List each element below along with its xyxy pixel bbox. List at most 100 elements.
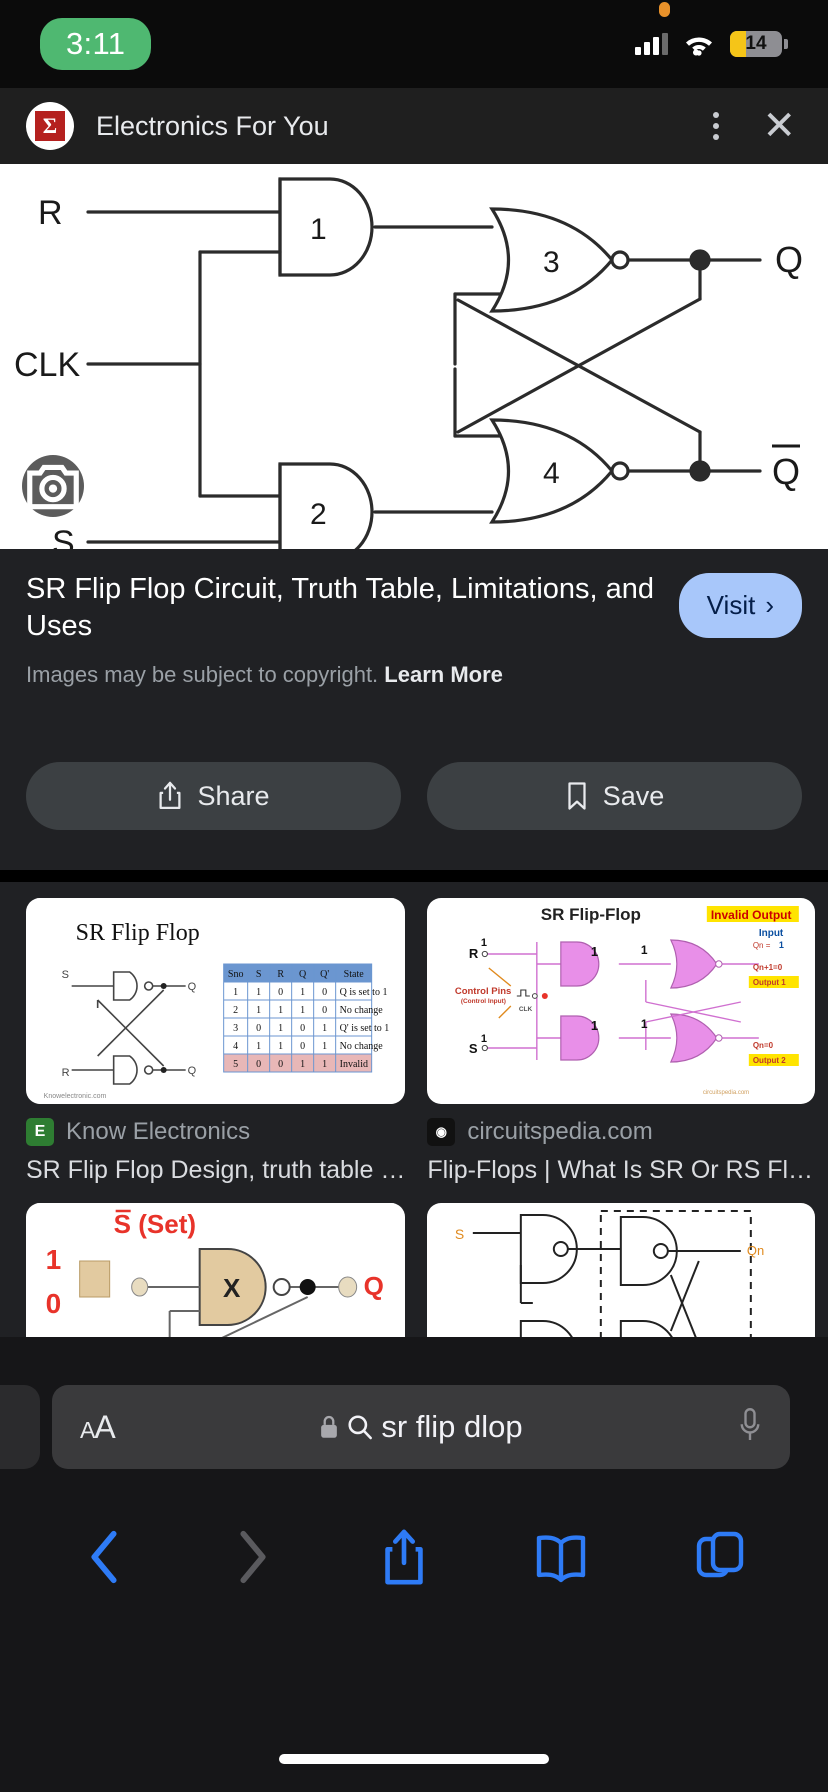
- annotation-output2: Output 2: [753, 1056, 786, 1065]
- svg-text:3: 3: [233, 1023, 238, 1034]
- input-0-top: 0: [46, 1288, 62, 1319]
- svg-text:1: 1: [300, 1005, 305, 1016]
- copyright-text: Images may be subject to copyright.: [26, 662, 379, 688]
- svg-text:1: 1: [481, 937, 487, 949]
- svg-text:State: State: [344, 969, 365, 980]
- copyright-notice: Images may be subject to copyright. Lear…: [26, 662, 802, 688]
- status-time: 3:11: [40, 18, 152, 70]
- svg-text:1: 1: [256, 1041, 261, 1052]
- annotation-qn-value: 1: [779, 940, 784, 950]
- chevron-left-icon[interactable]: [84, 1528, 124, 1586]
- svg-text:Q': Q': [320, 969, 329, 980]
- source-favicon: E: [26, 1118, 54, 1146]
- svg-text:1: 1: [591, 1018, 598, 1033]
- annotation-control-pins: Control Pins: [455, 986, 511, 997]
- label-qn: Qn: [747, 1243, 764, 1258]
- book-icon[interactable]: [535, 1530, 587, 1584]
- svg-text:Sno: Sno: [228, 969, 244, 980]
- search-icon: [348, 1415, 373, 1440]
- related-card[interactable]: SR Flip-Flop Invalid Output 1 1 1 1 R S …: [427, 898, 815, 1185]
- svg-text:0: 0: [278, 987, 283, 998]
- svg-text:1: 1: [481, 1033, 487, 1045]
- tabs-icon[interactable]: [696, 1530, 744, 1584]
- svg-text:R: R: [277, 969, 284, 980]
- bookmark-icon: [568, 782, 586, 810]
- orange-recording-dot-icon: [659, 2, 670, 17]
- thumbnail-image[interactable]: S (Set) 1 0 1 0 A B Q Q R(Reset): [26, 1203, 406, 1337]
- label-s: S: [455, 1226, 464, 1242]
- thumb-badge: Invalid Output: [711, 908, 792, 922]
- svg-text:4: 4: [233, 1041, 238, 1052]
- svg-text:Q: Q: [299, 969, 307, 980]
- phone-screen: 3:11 14 Σ Electronics For You ✕ R CLK S …: [0, 0, 828, 1792]
- svg-text:0: 0: [322, 987, 327, 998]
- thumb-heading: SR Flip-Flop: [541, 905, 641, 924]
- annotation-qn: Qn =: [753, 941, 771, 950]
- chevron-right-icon[interactable]: [233, 1528, 273, 1586]
- sr-flipflop-circuit-diagram: R CLK S Q Q 1 2 3 4: [14, 177, 803, 549]
- related-card-title: SR Flip Flop Design, truth table …: [26, 1156, 406, 1184]
- action-button-row: Share Save: [0, 762, 828, 870]
- svg-text:S: S: [62, 969, 69, 981]
- label-set: S (Set): [114, 1209, 196, 1239]
- svg-text:1: 1: [322, 1023, 327, 1034]
- svg-text:No change: No change: [340, 1041, 384, 1052]
- battery-percent: 14: [745, 33, 767, 54]
- thumbnail-image[interactable]: SR Flip Flop S R Q Q Sno S R Q Q' State …: [26, 898, 406, 1104]
- battery-icon: 14: [730, 31, 788, 57]
- svg-text:1: 1: [300, 1059, 305, 1070]
- gate-number-2: 2: [310, 498, 327, 531]
- close-icon[interactable]: ✕: [762, 106, 796, 146]
- source-name: circuitspedia.com: [467, 1118, 653, 1145]
- svg-text:Q: Q: [188, 981, 197, 993]
- learn-more-link[interactable]: Learn More: [384, 662, 503, 687]
- label-qbar: Q: [772, 451, 800, 492]
- svg-text:Q' is set to 1: Q' is set to 1: [340, 1023, 390, 1034]
- share-icon: [159, 781, 181, 809]
- share-icon[interactable]: [382, 1528, 426, 1586]
- svg-text:1: 1: [591, 944, 598, 959]
- chevron-right-icon: ›: [765, 590, 774, 620]
- svg-text:0: 0: [300, 1041, 305, 1052]
- source-favicon: ◉: [427, 1118, 456, 1146]
- svg-text:0: 0: [256, 1023, 261, 1034]
- svg-text:0: 0: [322, 1005, 327, 1016]
- svg-text:0: 0: [300, 1023, 305, 1034]
- search-input[interactable]: sr flip dlop: [381, 1409, 522, 1445]
- annotation-output1: Output 1: [753, 978, 786, 987]
- google-lens-icon[interactable]: [22, 455, 84, 517]
- wifi-icon: [686, 36, 712, 56]
- thumb-heading: SR Flip Flop: [76, 920, 200, 946]
- share-button[interactable]: Share: [26, 762, 401, 830]
- safari-bottom-bar: AA sr flip dlop: [0, 1337, 828, 1792]
- section-divider: [0, 870, 828, 882]
- truth-table: Sno S R Q Q' State 1 1 0 1 0 Q is set to 1 2 1 1 1…: [223, 963, 390, 1073]
- svg-text:1: 1: [278, 1023, 283, 1034]
- thumbnail-image[interactable]: S R Qn Qn NAND Latch: [427, 1203, 815, 1337]
- thumbnail-image[interactable]: SR Flip-Flop Invalid Output 1 1 1 1 R S …: [427, 898, 815, 1104]
- kebab-menu-icon[interactable]: [698, 112, 734, 140]
- google-images-app-bar: Σ Electronics For You ✕: [0, 88, 828, 164]
- svg-text:1: 1: [278, 1005, 283, 1016]
- visit-button[interactable]: Visit ›: [678, 573, 802, 638]
- site-avatar-letter: Σ: [35, 111, 65, 141]
- svg-text:1: 1: [256, 1005, 261, 1016]
- annotation-input: Input: [759, 928, 784, 939]
- lock-icon: [321, 1415, 338, 1438]
- annotation-clk: CLK: [519, 1006, 533, 1013]
- label-r: R: [469, 946, 479, 961]
- address-bar[interactable]: AA sr flip dlop: [52, 1385, 790, 1469]
- related-card[interactable]: S R Qn Qn NAND Latch SR Flip Flop Using …: [427, 1203, 815, 1337]
- related-card[interactable]: S (Set) 1 0 1 0 A B Q Q R(Reset): [26, 1203, 406, 1337]
- gate-number-4: 4: [543, 457, 560, 490]
- related-card-title: Flip-Flops | What Is SR Or RS Fl…: [427, 1156, 814, 1184]
- related-card[interactable]: SR Flip Flop S R Q Q Sno S R Q Q' State …: [26, 898, 406, 1185]
- svg-text:0: 0: [256, 1059, 261, 1070]
- output-q: Q: [364, 1271, 384, 1301]
- page-title: SR Flip Flop Circuit, Truth Table, Limit…: [26, 573, 655, 642]
- hero-image[interactable]: R CLK S Q Q 1 2 3 4: [0, 164, 828, 549]
- svg-text:No change: No change: [340, 1005, 384, 1016]
- previous-tab-edge[interactable]: [0, 1385, 40, 1469]
- svg-text:1: 1: [322, 1041, 327, 1052]
- save-button[interactable]: Save: [427, 762, 802, 830]
